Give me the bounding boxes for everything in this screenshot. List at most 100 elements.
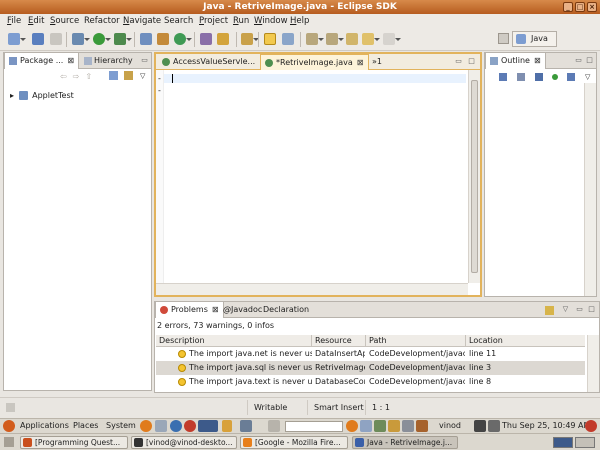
new-icon[interactable] (8, 33, 26, 45)
last-edit-location-icon[interactable] (346, 33, 358, 45)
new-package-icon[interactable] (157, 33, 169, 45)
print-icon[interactable] (50, 33, 62, 45)
maximize-view-icon[interactable]: □ (467, 57, 476, 66)
launcher-icon[interactable] (416, 420, 428, 432)
problems-scrollbar[interactable] (587, 335, 599, 392)
mark-occurrences-icon[interactable] (264, 33, 276, 45)
menu-navigate[interactable]: Navigate (123, 16, 161, 26)
task-programming-question[interactable]: [Programming Quest... (20, 436, 128, 449)
tab-accessvalueservlet[interactable]: AccessValueServle... (158, 54, 259, 70)
tab-package-explorer[interactable]: Package ... ⊠ (4, 53, 80, 69)
close-icon[interactable]: ⊠ (534, 56, 541, 65)
applet-icon[interactable] (268, 420, 280, 432)
code-editor-area[interactable] (164, 70, 466, 283)
minimize-view-icon[interactable]: ▭ (574, 56, 583, 65)
launcher-icon[interactable] (184, 420, 196, 432)
close-icon[interactable]: ⊠ (357, 58, 364, 67)
maximize-view-icon[interactable]: □ (585, 56, 594, 65)
save-icon[interactable] (32, 33, 44, 45)
menu-help[interactable]: Help (290, 16, 309, 26)
tab-overflow[interactable]: »1 (368, 54, 386, 70)
screenshot-icon[interactable] (240, 420, 252, 432)
search-box[interactable] (285, 421, 343, 432)
hide-local-types-icon[interactable] (567, 73, 575, 81)
tree-item-applettest[interactable]: ▸ AppletTest (10, 91, 74, 100)
launcher-icon[interactable] (374, 420, 386, 432)
tab-declaration[interactable]: Declaration (259, 302, 313, 318)
maximize-icon[interactable]: □ (575, 2, 585, 12)
menu-project[interactable]: Project (199, 16, 228, 26)
network-icon[interactable] (474, 420, 486, 432)
menu-window[interactable]: Window (254, 16, 288, 26)
col-description[interactable]: Description (156, 335, 312, 347)
fold-marker[interactable]: - (158, 86, 161, 95)
editor-vertical-scrollbar[interactable] (468, 70, 480, 283)
open-type-icon[interactable] (200, 33, 212, 45)
search-icon[interactable] (217, 33, 229, 45)
minimize-view-icon[interactable]: ▭ (454, 57, 463, 66)
toggle-block-selection-icon[interactable] (282, 33, 294, 45)
minimize-view-icon[interactable]: ▭ (140, 56, 149, 65)
fold-marker[interactable]: - (158, 74, 161, 83)
search-launcher-icon[interactable] (346, 420, 358, 432)
fast-view-icon[interactable] (6, 403, 15, 412)
new-class-icon[interactable] (174, 33, 192, 45)
menu-applications[interactable]: Applications (20, 421, 69, 430)
task-terminal[interactable]: [vinod@vinod-deskto... (131, 436, 237, 449)
maximize-view-icon[interactable]: □ (587, 305, 596, 314)
next-annotation-icon[interactable] (306, 33, 324, 45)
launcher-icon[interactable] (360, 420, 372, 432)
task-google-firefox[interactable]: [Google - Mozilla Fire... (240, 436, 348, 449)
view-menu-icon[interactable]: ▽ (561, 305, 570, 314)
table-row[interactable]: The import java.sql is never used Retriv… (156, 361, 585, 375)
menu-file[interactable]: File (7, 16, 21, 26)
close-icon[interactable]: × (587, 2, 597, 12)
workspace-switcher-1[interactable] (553, 437, 573, 448)
hide-nonpublic-icon[interactable] (552, 74, 558, 80)
filter-icon[interactable] (545, 306, 554, 315)
run-icon[interactable] (93, 33, 111, 45)
minimize-view-icon[interactable]: ▭ (575, 305, 584, 314)
open-perspective-icon[interactable] (498, 33, 509, 44)
col-resource[interactable]: Resource (312, 335, 366, 347)
minimize-icon[interactable]: _ (563, 2, 573, 12)
tab-problems[interactable]: Problems ⊠ (155, 302, 224, 318)
help-icon[interactable] (170, 420, 182, 432)
note-icon[interactable] (222, 420, 232, 432)
table-row[interactable]: The import java.text is never used Datab… (156, 375, 585, 389)
sort-icon[interactable] (499, 73, 507, 81)
previous-annotation-icon[interactable] (326, 33, 344, 45)
collapse-all-icon[interactable] (109, 71, 118, 80)
menu-system[interactable]: System (106, 421, 136, 430)
terminal-icon[interactable] (198, 420, 218, 432)
menu-run[interactable]: Run (233, 16, 249, 26)
close-icon[interactable]: ⊠ (212, 305, 219, 314)
volume-icon[interactable] (488, 420, 500, 432)
tab-retriveimage[interactable]: *RetriveImage.java ⊠ (260, 54, 369, 70)
firefox-icon[interactable] (140, 420, 152, 432)
show-desktop-icon[interactable] (4, 437, 14, 447)
col-location[interactable]: Location (466, 335, 586, 347)
expand-arrow-icon[interactable]: ▸ (10, 91, 14, 100)
power-icon[interactable] (585, 420, 597, 432)
menu-edit[interactable]: Edit (28, 16, 44, 26)
explorer-nav-icons[interactable]: ⇦⇨⇧ (60, 72, 98, 81)
close-icon[interactable]: ⊠ (67, 56, 74, 65)
clock[interactable]: Thu Sep 25, 10:49 AM (502, 421, 590, 430)
outline-scrollbar[interactable] (584, 83, 596, 296)
view-menu-icon[interactable]: ▽ (585, 73, 590, 81)
task-eclipse[interactable]: Java - RetriveImage.j... (352, 436, 458, 449)
editor-horizontal-scrollbar[interactable] (156, 283, 468, 295)
external-tools-icon[interactable] (114, 33, 132, 45)
table-row[interactable]: The import java.net is never used DataIn… (156, 347, 585, 361)
tab-outline[interactable]: Outline ⊠ (485, 53, 546, 69)
col-path[interactable]: Path (366, 335, 466, 347)
new-java-project-icon[interactable] (140, 33, 152, 45)
back-icon[interactable] (362, 33, 380, 45)
menu-search[interactable]: Search (164, 16, 193, 26)
user-name[interactable]: vinod (439, 421, 461, 430)
launcher-icon[interactable] (402, 420, 414, 432)
launcher-icon[interactable] (388, 420, 400, 432)
view-menu-icon[interactable]: ▽ (140, 72, 145, 80)
link-editor-icon[interactable] (124, 71, 133, 80)
